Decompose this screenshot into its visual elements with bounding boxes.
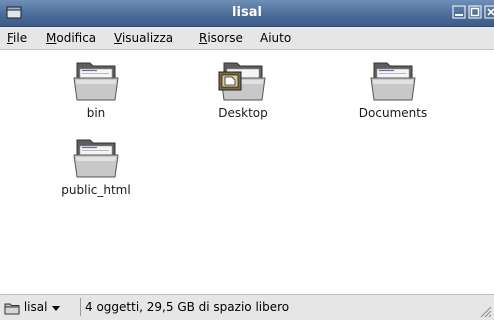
menu-modifica[interactable]: Modifica [46, 27, 96, 49]
minimize-icon[interactable] [452, 5, 466, 19]
file-item-desktop[interactable]: Desktop [188, 57, 298, 120]
folder-icon [73, 62, 119, 101]
menu-visualizza[interactable]: Visualizza [114, 27, 173, 49]
dropdown-arrow-icon [52, 305, 61, 311]
file-name: public_html [61, 183, 131, 197]
file-item-public-html[interactable]: public_html [41, 134, 151, 197]
file-name: bin [86, 106, 106, 120]
resize-grip-icon[interactable] [478, 304, 492, 318]
status-bar: lisal 4 oggetti, 29,5 GB di spazio liber… [0, 294, 494, 320]
file-name: Desktop [218, 106, 268, 120]
maximize-icon[interactable] [468, 5, 482, 19]
file-item-bin[interactable]: bin [41, 57, 151, 120]
file-manager-window: lisal File Modifica Visualizza Risorse A… [0, 0, 494, 320]
desktop-folder-icon [218, 62, 266, 101]
location-label: lisal [23, 300, 48, 314]
title-bar[interactable]: lisal [0, 0, 494, 27]
status-info: 4 oggetti, 29,5 GB di spazio libero [85, 300, 290, 314]
folder-icon [73, 139, 119, 178]
folder-icon [4, 303, 20, 314]
location-dropdown[interactable]: lisal [4, 298, 61, 316]
menu-file[interactable]: File [7, 27, 27, 49]
menu-aiuto[interactable]: Aiuto [260, 27, 291, 49]
close-icon[interactable] [484, 5, 494, 19]
menu-bar: File Modifica Visualizza Risorse Aiuto [0, 27, 494, 50]
menu-risorse[interactable]: Risorse [199, 27, 243, 49]
file-name: Documents [358, 106, 428, 120]
status-separator [80, 298, 81, 316]
window-title: lisal [232, 5, 262, 20]
folder-icon [370, 62, 416, 101]
file-item-documents[interactable]: Documents [338, 57, 448, 120]
file-view[interactable]: bin Desktop Documents public_html [0, 50, 494, 294]
